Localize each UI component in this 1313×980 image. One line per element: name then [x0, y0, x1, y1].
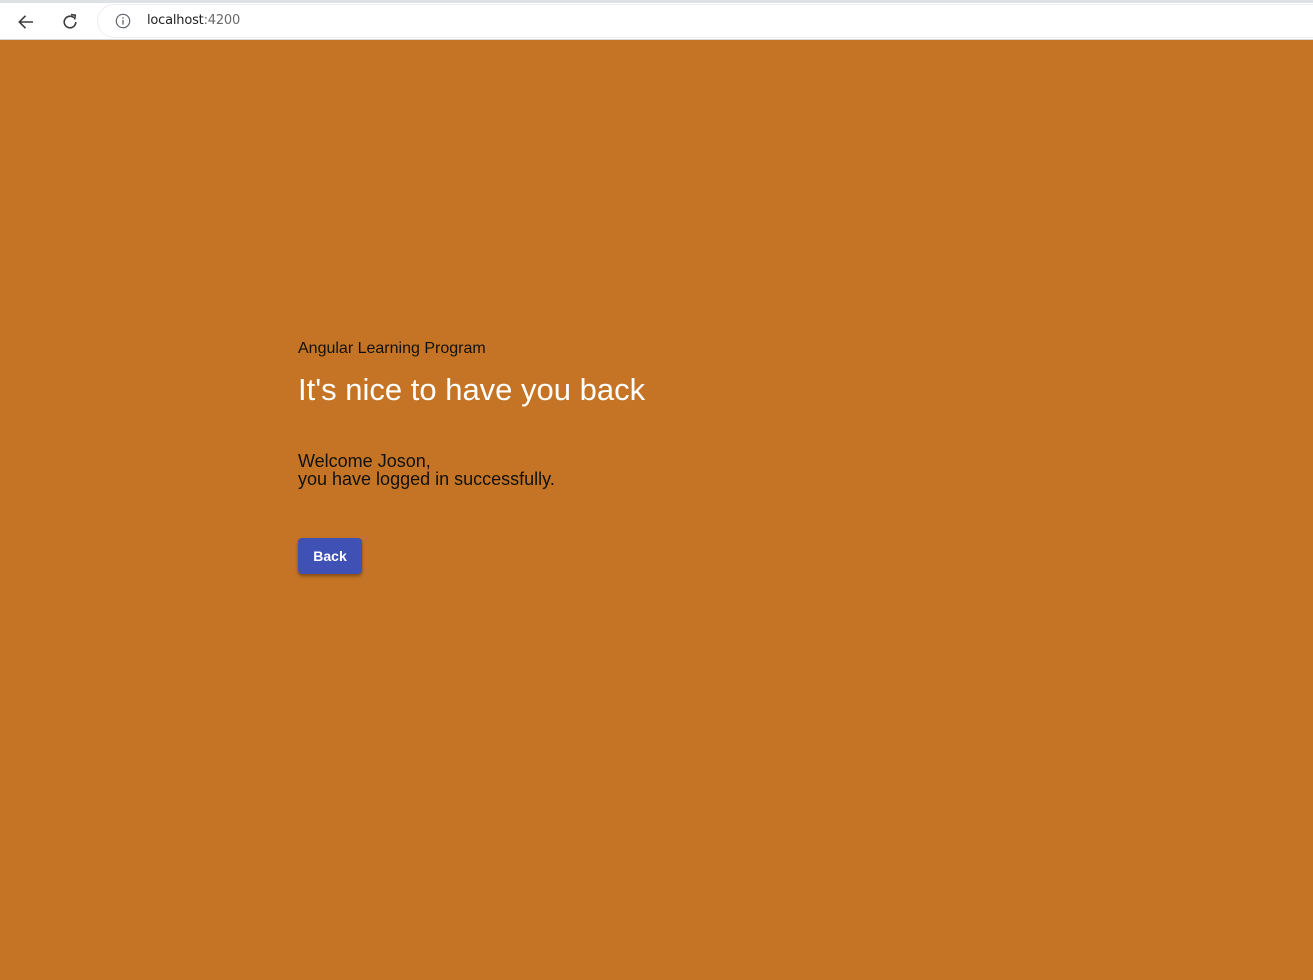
reload-button[interactable]: [55, 7, 85, 37]
address-bar[interactable]: localhost:4200: [98, 5, 1313, 37]
program-name: Angular Learning Program: [298, 340, 486, 357]
browser-toolbar: localhost:4200: [0, 0, 1313, 40]
url-host: localhost: [147, 13, 204, 28]
back-button[interactable]: Back: [298, 538, 362, 574]
arrow-left-icon: [18, 15, 33, 29]
welcome-message: Welcome Joson, you have logged in succes…: [298, 452, 998, 488]
info-icon[interactable]: [115, 13, 131, 29]
url-port: :4200: [203, 13, 241, 28]
welcome-status: you have logged in successfully.: [298, 469, 555, 489]
reload-icon: [63, 13, 77, 29]
back-nav-button[interactable]: [11, 7, 41, 37]
page-title: It's nice to have you back: [298, 372, 646, 407]
welcome-greeting: Welcome Joson,: [298, 451, 431, 471]
welcome-panel: Angular Learning Program It's nice to ha…: [298, 338, 998, 574]
url-text[interactable]: localhost:4200: [147, 13, 240, 29]
